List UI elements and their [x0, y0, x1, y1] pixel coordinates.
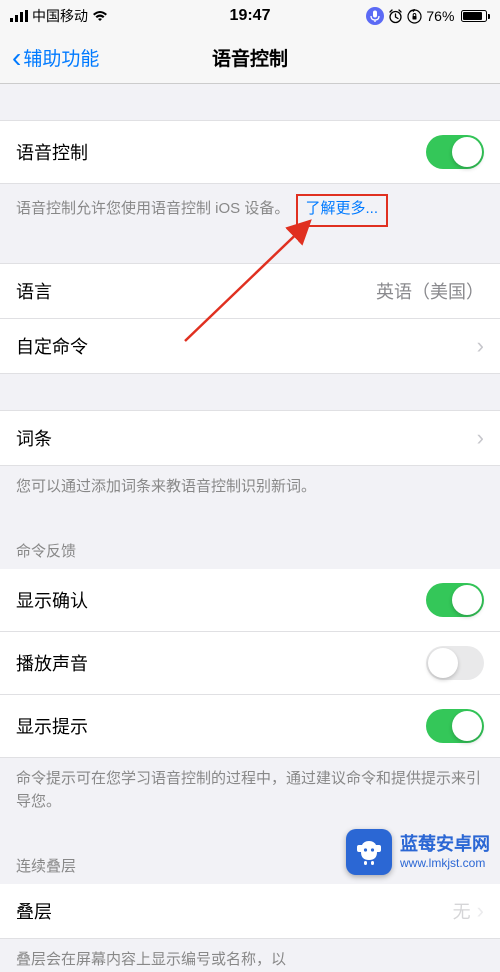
watermark-icon [346, 829, 392, 875]
play-sound-switch[interactable] [426, 646, 484, 680]
battery-pct: 76% [426, 8, 454, 24]
voice-control-footer: 语音控制允许您使用语音控制 iOS 设备。 了解更多... [0, 184, 500, 227]
learn-more-link[interactable]: 了解更多... [306, 200, 379, 217]
chevron-right-icon: › [477, 425, 484, 451]
voice-control-switch[interactable] [426, 135, 484, 169]
language-row[interactable]: 语言 英语（美国） [0, 263, 500, 319]
battery-icon [458, 10, 490, 22]
nav-bar: ‹ 辅助功能 语音控制 [0, 32, 500, 84]
wifi-icon [92, 10, 108, 22]
show-confirmation-label: 显示确认 [16, 587, 88, 613]
show-hints-label: 显示提示 [16, 713, 88, 739]
language-value: 英语（美国） [376, 278, 484, 304]
vocabulary-footer: 您可以通过添加词条来教语音控制识别新词。 [0, 466, 500, 499]
lock-icon [407, 9, 422, 24]
language-label: 语言 [16, 278, 52, 304]
voice-control-footer-text: 语音控制允许您使用语音控制 iOS 设备。 [16, 200, 289, 217]
chevron-left-icon: ‹ [12, 44, 21, 72]
show-confirmation-row: 显示确认 [0, 569, 500, 632]
custom-commands-row[interactable]: 自定命令 › [0, 319, 500, 374]
vocabulary-row[interactable]: 词条 › [0, 410, 500, 466]
chevron-right-icon: › [477, 898, 484, 924]
watermark-title: 蓝莓安卓网 [400, 834, 490, 856]
overlay-footer: 叠层会在屏幕内容上显示编号或名称，以 [0, 939, 500, 972]
back-label: 辅助功能 [23, 44, 99, 71]
feedback-footer: 命令提示可在您学习语音控制的过程中，通过建议命令和提供提示来引导您。 [0, 758, 500, 813]
show-confirmation-switch[interactable] [426, 583, 484, 617]
play-sound-row: 播放声音 [0, 632, 500, 695]
watermark: 蓝莓安卓网 www.lmkjst.com [346, 829, 490, 875]
show-hints-switch[interactable] [426, 709, 484, 743]
overlay-label: 叠层 [16, 898, 52, 924]
voice-control-row: 语音控制 [0, 120, 500, 184]
mic-indicator-icon [366, 7, 384, 25]
signal-icon [10, 10, 28, 22]
show-hints-row: 显示提示 [0, 695, 500, 758]
vocabulary-label: 词条 [16, 425, 52, 451]
status-left: 中国移动 [10, 6, 230, 26]
status-right: 76% [270, 7, 490, 25]
status-time: 19:47 [230, 7, 271, 25]
play-sound-label: 播放声音 [16, 650, 88, 676]
watermark-url: www.lmkjst.com [400, 856, 490, 870]
status-bar: 中国移动 19:47 76% [0, 0, 500, 32]
overlay-value: 无 [453, 898, 471, 924]
voice-control-label: 语音控制 [16, 139, 88, 165]
overlay-row[interactable]: 叠层 无 › [0, 884, 500, 939]
feedback-header: 命令反馈 [0, 534, 500, 569]
annotation-highlight: 了解更多... [296, 194, 389, 227]
chevron-right-icon: › [477, 333, 484, 359]
carrier-label: 中国移动 [32, 6, 88, 26]
alarm-icon [388, 9, 403, 24]
custom-commands-label: 自定命令 [16, 333, 88, 359]
back-button[interactable]: ‹ 辅助功能 [4, 44, 107, 72]
